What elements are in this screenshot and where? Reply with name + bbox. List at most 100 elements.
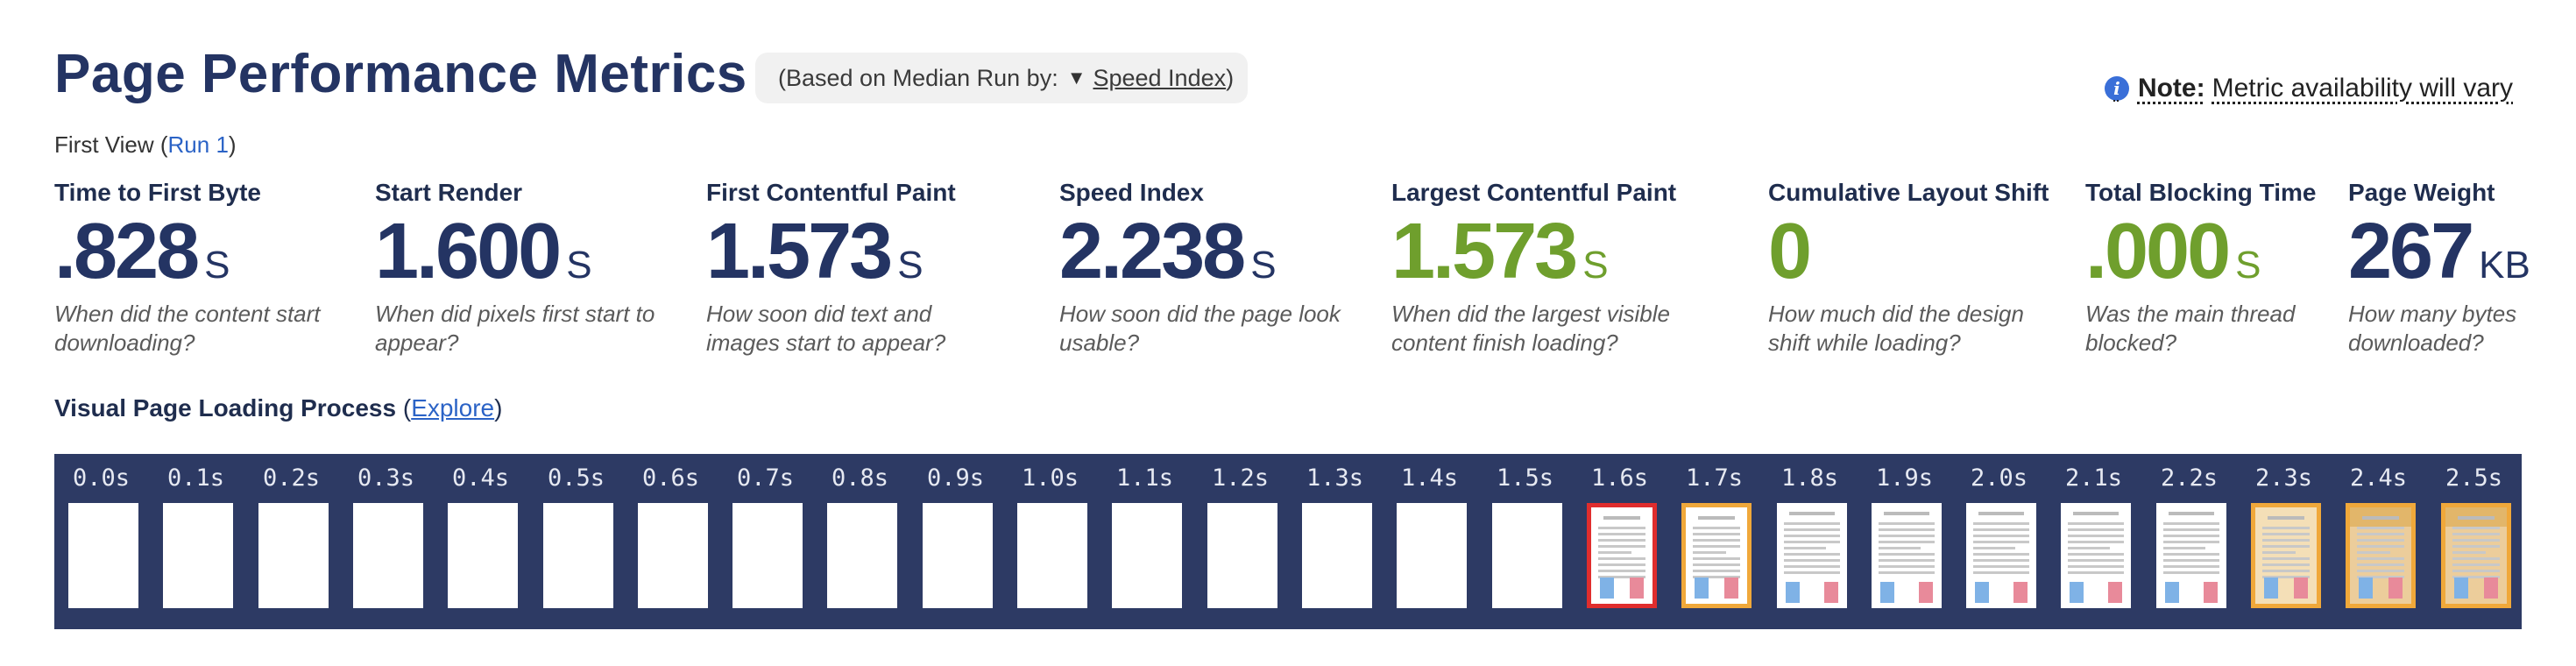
explore-link[interactable]: Explore (411, 394, 494, 422)
filmstrip-frame[interactable]: 0.8s (813, 454, 907, 629)
thumbnail-text-line (2452, 570, 2500, 572)
thumbnail-text-line (2163, 559, 2219, 562)
filmstrip-frame[interactable]: 1.4s (1383, 454, 1476, 629)
frame-thumbnail[interactable] (258, 503, 329, 608)
frame-thumbnail[interactable] (1587, 503, 1657, 608)
thumbnail-text-line (2163, 565, 2219, 568)
filmstrip-frame[interactable]: 1.1s (1098, 454, 1192, 629)
frame-thumbnail[interactable] (1492, 503, 1562, 608)
thumbnail-text-line (2357, 539, 2404, 542)
frame-thumbnail[interactable] (2251, 503, 2321, 608)
filmstrip-frame[interactable]: 0.7s (718, 454, 812, 629)
filmstrip-frame[interactable]: 1.5s (1478, 454, 1572, 629)
thumbnail-text-line (1784, 528, 1840, 531)
filmstrip-frame[interactable]: 0.5s (529, 454, 623, 629)
filmstrip-frame[interactable]: 2.4s (2332, 454, 2425, 629)
thumbnail-text-line (2452, 557, 2500, 560)
run-1-link[interactable]: Run 1 (168, 131, 229, 158)
frame-timestamp: 0.7s (736, 464, 795, 492)
frame-thumbnail[interactable] (2346, 503, 2416, 608)
thumbnail-heading (2073, 512, 2119, 515)
frame-thumbnail[interactable] (2156, 503, 2226, 608)
frame-timestamp: 0.4s (451, 464, 510, 492)
median-run-selector[interactable]: (Based on Median Run by: ▼ Speed Index ) (755, 53, 1248, 103)
frame-thumbnail[interactable] (1872, 503, 1942, 608)
thumbnail-text-line (2357, 563, 2404, 566)
frame-thumbnail[interactable] (2441, 503, 2511, 608)
filmstrip-frame[interactable]: 1.0s (1003, 454, 1097, 629)
filmstrip-frame[interactable]: 0.4s (434, 454, 527, 629)
frame-thumbnail[interactable] (1302, 503, 1372, 608)
thumbnail-image-block (2204, 582, 2218, 603)
thumbnail-text-line (2452, 527, 2500, 529)
frame-thumbnail[interactable] (732, 503, 803, 608)
thumbnail-text-line (2452, 545, 2500, 548)
frame-thumbnail[interactable] (163, 503, 233, 608)
frame-timestamp: 0.6s (641, 464, 700, 492)
filmstrip-frame[interactable]: 2.1s (2047, 454, 2141, 629)
filmstrip-frame[interactable]: 1.9s (1858, 454, 1951, 629)
filmstrip-frame[interactable]: 2.3s (2237, 454, 2331, 629)
filmstrip-frame[interactable]: 0.2s (244, 454, 338, 629)
metric-availability-note[interactable]: i Note: Metric availability will vary (2104, 74, 2513, 103)
thumbnail-heading (1884, 512, 1929, 515)
filmstrip-frame[interactable]: 2.5s (2427, 454, 2521, 629)
thumbnail-text-line (2163, 535, 2219, 537)
thumbnail-text-line (2452, 533, 2500, 535)
filmstrip-frame[interactable]: 0.0s (54, 454, 148, 629)
thumbnail-image-block (2013, 582, 2028, 603)
frame-thumbnail[interactable] (1207, 503, 1277, 608)
frame-thumbnail[interactable] (2061, 503, 2131, 608)
frame-thumbnail[interactable] (1777, 503, 1847, 608)
filmstrip-frame[interactable]: 1.7s (1667, 454, 1761, 629)
frame-thumbnail[interactable] (353, 503, 423, 608)
metric-label: Start Render (375, 179, 523, 206)
frame-thumbnail[interactable] (638, 503, 708, 608)
thumbnail-heading (2169, 512, 2214, 515)
filmstrip-frame[interactable]: 1.2s (1193, 454, 1287, 629)
frame-timestamp: 1.3s (1306, 464, 1364, 492)
frame-thumbnail[interactable] (1112, 503, 1182, 608)
filmstrip-frame[interactable]: 0.9s (909, 454, 1002, 629)
frame-thumbnail[interactable] (1397, 503, 1467, 608)
caret-down-icon[interactable]: ▼ (1067, 67, 1086, 89)
frame-timestamp: 0.2s (262, 464, 321, 492)
thumbnail-image-block (2108, 582, 2122, 603)
filmstrip-frame[interactable]: 0.3s (339, 454, 433, 629)
thumbnail-text-line (2163, 541, 2219, 543)
metric-start-render: Start Render 1.600 S When did pixels first … (375, 179, 673, 358)
frame-thumbnail[interactable] (543, 503, 613, 608)
thumbnail-text-line (2357, 570, 2404, 572)
frame-thumbnail[interactable] (448, 503, 518, 608)
filmstrip-frame[interactable]: 2.0s (1952, 454, 2046, 629)
filmstrip-frame[interactable]: 0.6s (624, 454, 718, 629)
thumbnail-heading (1789, 512, 1835, 515)
frame-thumbnail[interactable] (1681, 503, 1752, 608)
filmstrip[interactable]: 0.0s 0.1s 0.2s 0.3s 0.4s 0.5s 0.6s 0.7s 0.8s 0.9s… (54, 454, 2522, 629)
frame-timestamp: 0.3s (357, 464, 415, 492)
metric-speed-index: Speed Index 2.238 S How soon did the page l… (1059, 179, 1357, 358)
thumbnail-text-line (1598, 557, 1645, 560)
frame-thumbnail[interactable] (827, 503, 897, 608)
filmstrip-frame[interactable]: 1.6s (1573, 454, 1667, 629)
filmstrip-frame[interactable]: 0.1s (149, 454, 243, 629)
filmstrip-frame[interactable]: 2.2s (2142, 454, 2236, 629)
metric-value-wrap: 0 (1768, 210, 2066, 293)
filmstrip-frame[interactable]: 1.8s (1763, 454, 1857, 629)
frame-thumbnail[interactable] (1966, 503, 2036, 608)
metric-value-wrap: .000 S (2085, 210, 2316, 293)
thumbnail-text-line (2163, 547, 2205, 549)
thumbnail-text-line (2357, 551, 2390, 554)
filmstrip-frame[interactable]: 1.3s (1288, 454, 1382, 629)
first-view-close: ) (228, 131, 237, 158)
median-metric-link[interactable]: Speed Index (1093, 65, 1226, 92)
frame-thumbnail[interactable] (1017, 503, 1087, 608)
thumbnail-text-line (1784, 571, 1840, 574)
thumbnail-text-line (1879, 547, 1921, 549)
thumbnail-image-block (1880, 582, 1894, 603)
frame-thumbnail[interactable] (68, 503, 138, 608)
metric-value: 1.600 (375, 208, 562, 295)
frame-thumbnail[interactable] (923, 503, 993, 608)
thumbnail-text-line (2068, 559, 2124, 562)
thumbnail-image-block (2454, 577, 2468, 599)
